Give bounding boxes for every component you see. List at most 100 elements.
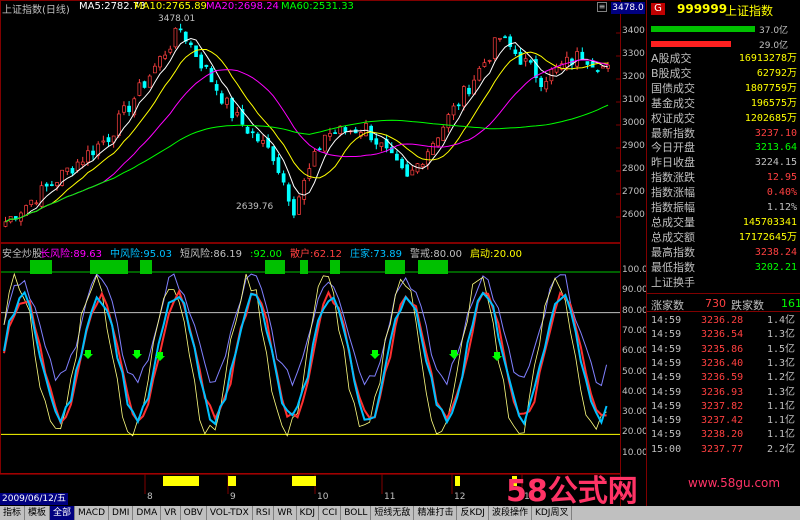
candle-body <box>467 87 471 95</box>
candle-body <box>431 143 435 155</box>
tick-price: 3238.20 <box>701 429 744 441</box>
tab-7[interactable]: OBV <box>181 506 207 520</box>
tab-6[interactable]: VR <box>161 506 181 520</box>
candle-body <box>91 150 95 156</box>
price-box: 3478.0 <box>611 2 645 14</box>
g-badge[interactable]: G <box>651 3 665 15</box>
tab-15[interactable]: 精准打击 <box>414 506 458 520</box>
candle-body <box>44 183 49 187</box>
start-block <box>455 476 460 486</box>
quote-value: 17172645万 <box>738 231 797 243</box>
tick-row: 14:59 3237.82 1.1亿 <box>649 400 799 414</box>
tab-2[interactable]: 全部 <box>50 506 76 520</box>
candle-body <box>271 146 276 162</box>
quote-value: 3202.21 <box>754 261 797 273</box>
buy-arrow-icon <box>132 350 142 359</box>
tab-9[interactable]: RSI <box>253 506 275 520</box>
price-tick-label: 3000 <box>622 118 645 128</box>
candle-body <box>462 86 466 107</box>
quote-value: 1807759万 <box>744 82 797 94</box>
tick-volume: 1.3亿 <box>766 357 795 369</box>
tick-volume: 1.1亿 <box>766 415 795 427</box>
tab-5[interactable]: DMA <box>133 506 162 520</box>
candle-body <box>436 137 440 147</box>
candle-body <box>322 134 327 152</box>
high-annotation: 3478.01 <box>158 14 196 24</box>
tab-17[interactable]: 波段操作 <box>489 506 532 520</box>
quote-row: B股成交 62792万 <box>649 67 799 81</box>
buy-arrow-icon <box>492 352 502 361</box>
quote-value: 1.12% <box>766 202 797 213</box>
price-tick-label: 2700 <box>622 187 645 197</box>
candle-body <box>147 75 152 88</box>
tick-time: 14:59 <box>651 357 682 369</box>
tick-time: 14:59 <box>651 400 682 412</box>
chart-minimize-icon[interactable]: ≡ <box>597 2 607 12</box>
quote-label: 基金成交 <box>651 96 695 110</box>
buy-arrow-icon <box>83 350 93 359</box>
candle-body <box>523 58 528 62</box>
buy-arrow-icon <box>370 350 380 359</box>
tick-row: 14:59 3237.42 1.1亿 <box>649 414 799 428</box>
tick-price: 3236.93 <box>701 386 744 398</box>
quote-label: 国债成交 <box>651 81 695 95</box>
risk-block <box>300 260 308 274</box>
tick-time: 14:59 <box>651 415 682 427</box>
candle-body <box>312 151 317 167</box>
quote-value: 3213.64 <box>754 142 797 154</box>
candle-body <box>127 105 131 113</box>
candle-body <box>441 126 446 141</box>
quote-row: 基金成交 196575万 <box>649 97 799 111</box>
quote-value: 16913278万 <box>738 53 797 64</box>
tab-10[interactable]: WR <box>274 506 297 520</box>
candle-body <box>214 84 219 91</box>
quote-value: 62792万 <box>756 67 797 79</box>
tab-11[interactable]: KDJ <box>297 506 320 520</box>
tick-time: 15:00 <box>651 443 682 455</box>
candle-body <box>204 64 209 67</box>
candle-body <box>137 82 142 96</box>
tab-14[interactable]: 短线无敌 <box>371 506 415 520</box>
tab-1[interactable]: 模板 <box>25 506 51 520</box>
indicator-tick-label: 80.00 <box>622 305 648 316</box>
ma10-label: MA10:2765.89 <box>134 1 207 12</box>
candle-body <box>163 54 167 59</box>
quote-label: 最低指数 <box>651 260 695 274</box>
candle-body <box>158 56 162 68</box>
quote-value: 0.40% <box>766 187 797 199</box>
quote-value: 3224.15 <box>754 157 797 169</box>
tick-row: 14:59 3236.54 1.3亿 <box>649 328 799 342</box>
indicator-legend-item: 庄家:73.89 <box>350 249 402 260</box>
tick-time: 14:59 <box>651 386 682 398</box>
ma60-label: MA60:2531.33 <box>281 1 354 12</box>
candle-body <box>595 70 600 72</box>
tab-16[interactable]: 反KDJ <box>457 506 489 520</box>
candle-body <box>302 180 307 200</box>
candle-body <box>173 27 178 48</box>
tick-volume: 1.4亿 <box>766 315 795 326</box>
candle-body <box>80 161 85 166</box>
quote-label: 总成交量 <box>651 215 695 229</box>
ma10-line <box>5 49 609 223</box>
candle-body <box>250 131 255 134</box>
quote-label: A股成交 <box>651 52 692 65</box>
ma20-line <box>5 59 609 223</box>
candle-body <box>317 148 322 151</box>
divider <box>647 293 800 294</box>
tab-4[interactable]: DMI <box>109 506 134 520</box>
candle-body <box>178 28 183 31</box>
tab-13[interactable]: BOLL <box>341 506 372 520</box>
start-block <box>292 476 316 486</box>
candle-body <box>3 221 8 227</box>
watermark-url: www.58gu.com <box>688 476 781 490</box>
candle-body <box>446 114 451 129</box>
tab-12[interactable]: CCI <box>319 506 342 520</box>
tab-8[interactable]: VOL-TDX <box>207 506 253 520</box>
quote-row: 今日开盘 3213.64 <box>649 141 799 155</box>
tab-0[interactable]: 指标 <box>0 506 26 520</box>
tick-row: 14:59 3236.59 1.2亿 <box>649 371 799 385</box>
candle-body <box>472 79 476 95</box>
tab-18[interactable]: KDJ周叉 <box>532 506 573 520</box>
candle-body <box>199 54 204 69</box>
tab-3[interactable]: MACD <box>75 506 110 520</box>
